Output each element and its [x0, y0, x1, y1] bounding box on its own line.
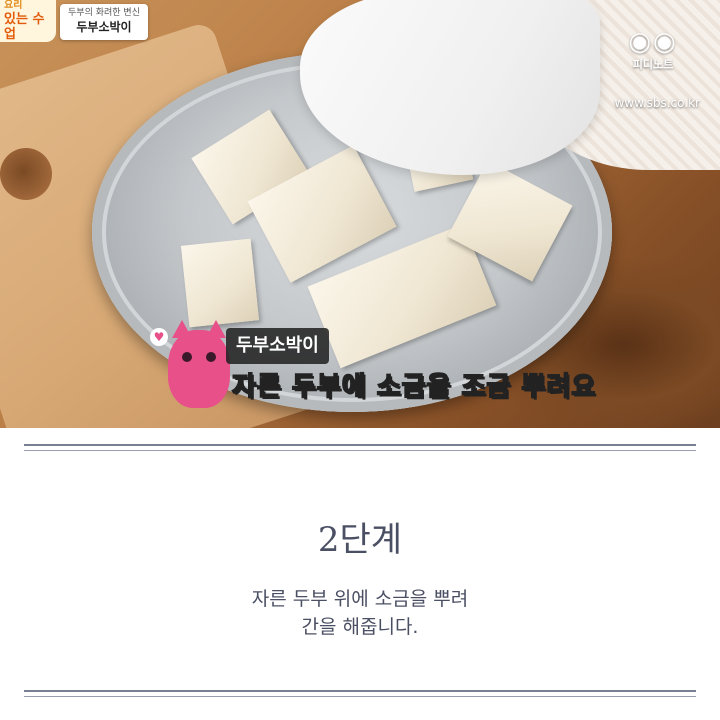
episode-badge: 두부의 화려한 변신 두부소박이	[60, 4, 148, 40]
tofu-piece	[180, 238, 260, 328]
episode-subtitle: 두부의 화려한 변신	[68, 8, 140, 18]
episode-title: 두부소박이	[76, 20, 132, 34]
mascot-eye	[206, 352, 216, 362]
step-title: 2단계	[317, 520, 403, 560]
brand-url: www.sbs.co.kr	[614, 96, 700, 110]
caption-tag: 두부소박이	[226, 328, 329, 364]
brand-logo: ◉◉ 피디노트	[608, 28, 698, 72]
brand-name: 피디노트	[632, 58, 674, 71]
divider-bottom	[24, 690, 696, 692]
show-logo-line2: 있는 수업	[4, 12, 45, 42]
divider-top	[24, 444, 696, 446]
mascot-cat	[168, 320, 230, 408]
step-description-line1: 자른 두부 위에 소금을 뿌려	[251, 588, 469, 610]
step-description-line2: 간을 해줍니다.	[301, 616, 419, 638]
cutting-board-hole	[0, 148, 52, 200]
caption-text: 자른 두부에 소금을 조금 뿌려요	[231, 371, 597, 403]
brand-glasses-icon: ◉◉	[628, 27, 678, 57]
heart-icon: ♥	[150, 328, 168, 346]
show-logo-line1: 요리	[4, 0, 23, 11]
recipe-photo: 요리 있는 수업 두부의 화려한 변신 두부소박이 ◉◉ 피디노트 www.sb…	[0, 0, 720, 428]
show-logo: 요리 있는 수업	[0, 0, 56, 42]
divider-bottom-thin	[24, 696, 696, 697]
mascot-eye	[182, 352, 192, 362]
divider-top-thin	[24, 450, 696, 451]
